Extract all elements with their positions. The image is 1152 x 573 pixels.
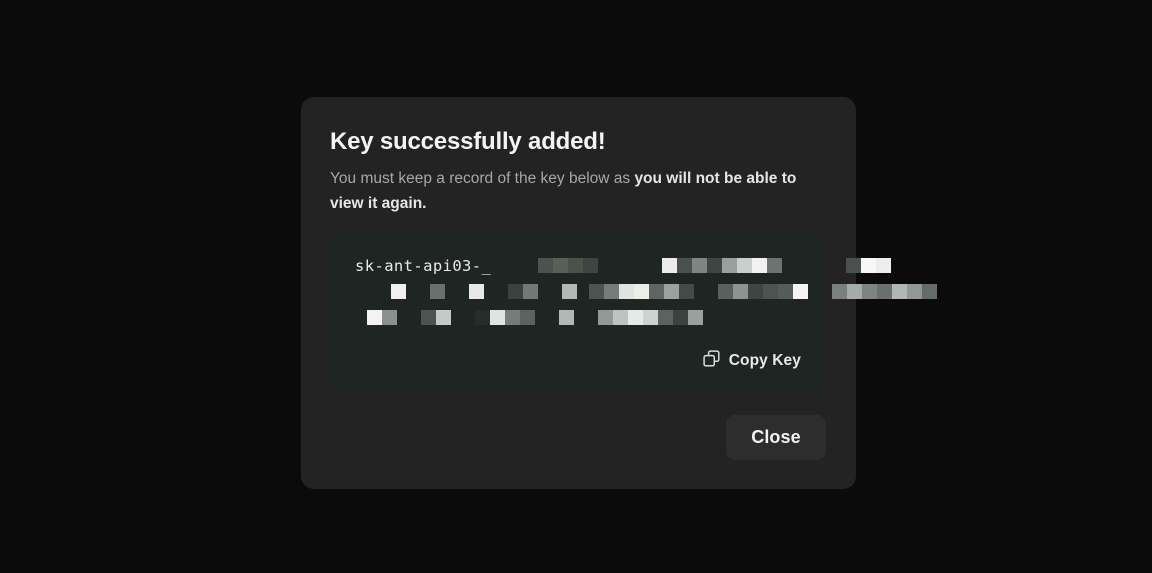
api-key-prefix: sk-ant-api03-_ (355, 257, 492, 275)
api-key-line: sk-ant-api03-_ (355, 253, 892, 279)
api-key-redaction (380, 283, 938, 301)
api-key-value: sk-ant-api03-_ (355, 253, 937, 331)
copy-key-button[interactable]: Copy Key (703, 350, 801, 372)
api-key-line (380, 279, 937, 305)
api-key-redaction (491, 257, 892, 275)
api-key-panel: sk-ant-api03-_ Copy Key (330, 232, 937, 394)
copy-icon (703, 350, 720, 372)
api-key-redaction (356, 309, 704, 327)
page-title: Key successfully added! (330, 128, 606, 155)
close-button[interactable]: Close (726, 415, 826, 460)
copy-key-label: Copy Key (728, 352, 801, 369)
modal-description-lead: You must keep a record of the key below … (330, 170, 635, 187)
modal-description: You must keep a record of the key below … (330, 166, 808, 216)
api-key-line (356, 305, 800, 331)
